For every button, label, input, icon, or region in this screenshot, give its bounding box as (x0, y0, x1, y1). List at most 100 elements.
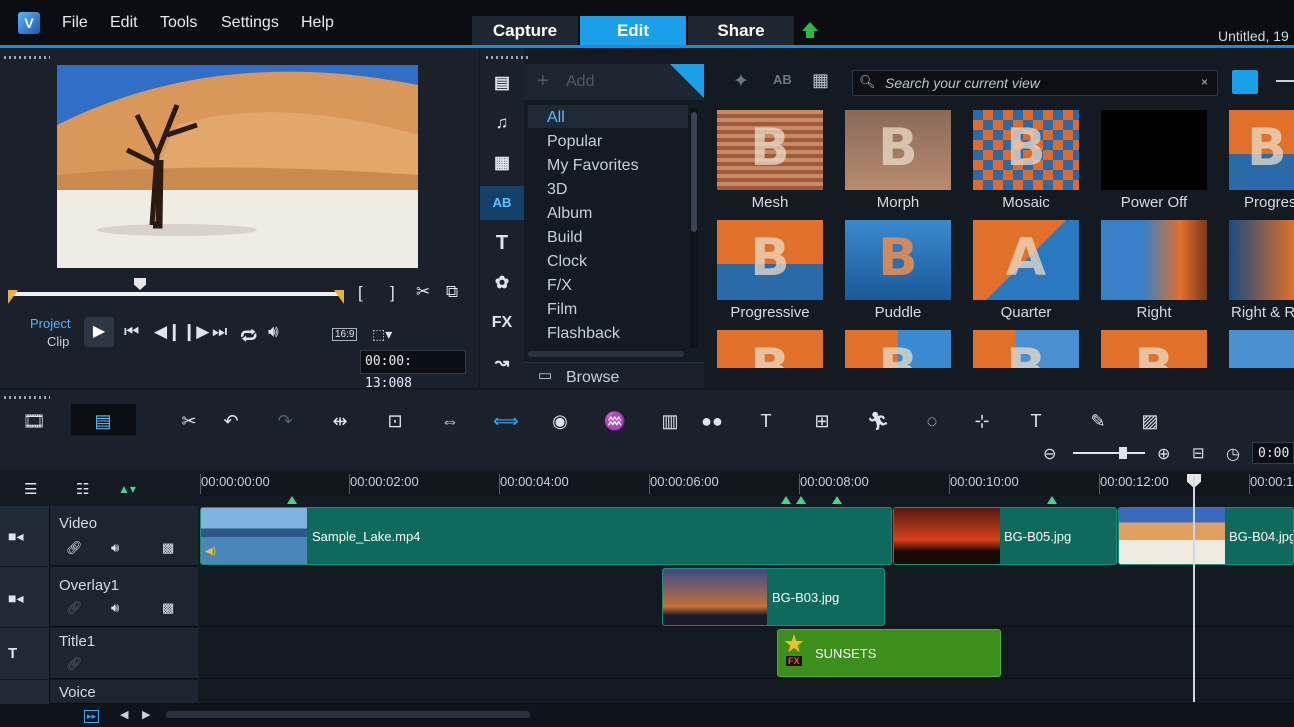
menu-help[interactable]: Help (301, 14, 334, 32)
view-slider[interactable] (1276, 80, 1294, 82)
crop-icon[interactable]: ⬚▾ (372, 326, 392, 343)
graphics-icon[interactable]: ✿ (480, 266, 524, 300)
menu-file[interactable]: File (62, 14, 88, 32)
category-hscrollbar[interactable] (528, 351, 684, 357)
menu-tools[interactable]: Tools (160, 14, 197, 32)
filter-fx-icon[interactable]: FX (480, 306, 524, 340)
auto-scroll-icon[interactable]: ▸▸ (84, 710, 100, 723)
category-item[interactable]: Album (547, 205, 592, 223)
transition-thumb-progressive[interactable]: B (717, 220, 823, 300)
next-frame-icon[interactable]: ❙▶ (182, 322, 209, 342)
video-clip[interactable]: Sample_Lake.mp4 ◀) (200, 507, 892, 565)
search-icon[interactable]: 🔍︎ (859, 74, 876, 90)
transition-thumb[interactable]: B (973, 330, 1079, 368)
tracking-icon[interactable]: ◌ (920, 410, 944, 432)
zoom-out-icon[interactable]: ⊖ (1043, 444, 1056, 464)
transition-thumb-progres[interactable]: B (1229, 110, 1294, 190)
mute-icon[interactable]: 🔊︎ (111, 540, 119, 556)
panel-grip[interactable] (4, 56, 50, 59)
mode-project[interactable]: Project (30, 316, 70, 331)
mark-in-icon[interactable]: [ (358, 283, 363, 303)
motion-icon[interactable]: 🏃︎ (866, 410, 890, 432)
menu-edit[interactable]: Edit (110, 14, 138, 32)
category-item[interactable]: 3D (547, 181, 567, 199)
link-icon[interactable]: 🔗︎ (66, 656, 83, 672)
apply-transition-icon[interactable]: AB (773, 72, 792, 87)
previous-frame-icon[interactable]: ◀❙ (154, 322, 181, 342)
overlay-clip[interactable]: BG-B03.jpg (662, 568, 885, 626)
transition-thumb[interactable]: B (845, 330, 951, 368)
search-input[interactable]: Search your current view (885, 75, 1040, 91)
timeline-cursor[interactable] (1193, 476, 1195, 702)
transition-thumb-right[interactable] (1101, 220, 1207, 300)
scroll-right-icon[interactable]: ▶ (142, 708, 150, 721)
link-icon[interactable]: 🔗︎ (66, 540, 83, 556)
fit-window-icon[interactable]: ⊡ (383, 410, 407, 432)
menu-settings[interactable]: Settings (221, 14, 279, 32)
tools-icon[interactable]: ✂ (177, 410, 201, 432)
play-button[interactable]: ▶ (84, 317, 114, 347)
zoom-in-icon[interactable]: ⊕ (1157, 444, 1170, 464)
zoom-slider[interactable] (1073, 452, 1145, 454)
view-toggle-icon[interactable] (1232, 70, 1258, 94)
tab-edit[interactable]: Edit (580, 16, 686, 46)
category-item[interactable]: F/X (547, 277, 572, 295)
scroll-left-icon[interactable]: ◀ (120, 708, 128, 721)
mode-clip[interactable]: Clip (47, 334, 69, 349)
scissors-icon[interactable]: ✂ (416, 282, 430, 302)
enlarge-icon[interactable]: ⧉ (446, 282, 458, 302)
title-lane[interactable] (200, 628, 1294, 679)
audio-icon[interactable]: ♫ (480, 106, 524, 140)
add-icon[interactable]: + (537, 70, 549, 93)
category-scroll-thumb[interactable] (691, 112, 697, 232)
voice-track-icon[interactable] (0, 680, 50, 704)
horizontal-scrollbar[interactable] (166, 711, 530, 718)
fit-timeline-icon[interactable]: ⊟ (1192, 444, 1205, 462)
mute-icon[interactable]: 🔊︎ (111, 600, 119, 616)
cue-marker[interactable] (287, 496, 297, 504)
image-clip[interactable]: BG-B04.jpg (1118, 507, 1294, 565)
3d-title-icon[interactable]: T (1024, 410, 1048, 432)
category-item[interactable]: Flashback (547, 325, 620, 343)
tab-capture[interactable]: Capture (472, 16, 578, 46)
zoom-slider-thumb[interactable] (1119, 447, 1127, 459)
crop-icon[interactable]: ⊹ (970, 410, 994, 432)
transition-thumb-morph[interactable]: B (845, 110, 951, 190)
redo-icon[interactable]: ↷ (273, 410, 297, 432)
timecode-field[interactable]: 00:00: 13:008 (360, 350, 466, 391)
transition-thumb-puddle[interactable]: B (845, 220, 951, 300)
title-icon[interactable]: T (480, 226, 524, 260)
go-to-end-icon[interactable]: ⏭ (212, 322, 227, 342)
category-item[interactable]: All (547, 109, 565, 127)
go-to-start-icon[interactable]: ⏮ (124, 322, 139, 342)
add-track-icon[interactable]: ☷ (76, 480, 89, 498)
storyboard-view-icon[interactable]: 🎞︎ (22, 410, 46, 432)
aspect-ratio-button[interactable]: 16:9 (332, 328, 358, 341)
track-manager-icon[interactable]: ☰ (24, 480, 37, 498)
transition-thumb-mosaic[interactable]: B (973, 110, 1079, 190)
audio-waveform-icon[interactable]: ♒ (603, 410, 627, 432)
mark-out-icon[interactable]: ] (390, 283, 395, 303)
transition-thumb[interactable]: B (717, 330, 823, 368)
library-grip[interactable] (486, 56, 530, 59)
link-icon[interactable]: 🔗︎ (66, 600, 83, 616)
transition-thumb-quarter[interactable]: A (973, 220, 1079, 300)
category-item[interactable]: Build (547, 229, 583, 247)
ripple-icon[interactable]: ▩ (162, 540, 174, 556)
transition-icon[interactable]: AB (480, 186, 524, 220)
title-clip[interactable]: FX SUNSETS (777, 629, 1001, 677)
instant-project-icon[interactable]: ▦ (480, 146, 524, 180)
transition-thumb-right-and-r[interactable] (1229, 220, 1294, 300)
record-icon[interactable]: ◉ (548, 410, 572, 432)
path-icon[interactable]: ↝ (480, 346, 524, 380)
cue-marker[interactable] (832, 496, 842, 504)
painting-icon[interactable]: ▨ (1138, 410, 1162, 432)
image-clip[interactable]: BG-B05.jpg (893, 507, 1117, 565)
chapter-marker-icon[interactable]: ▲▾ (118, 482, 136, 496)
cue-marker[interactable] (781, 496, 791, 504)
add-favorite-icon[interactable]: ✦ (733, 70, 749, 93)
split-screen-icon[interactable]: ⊞ (810, 410, 834, 432)
volume-icon[interactable]: 🔊︎ (268, 322, 279, 342)
clear-search-icon[interactable]: × (1201, 75, 1208, 89)
tab-share[interactable]: Share (688, 16, 794, 46)
